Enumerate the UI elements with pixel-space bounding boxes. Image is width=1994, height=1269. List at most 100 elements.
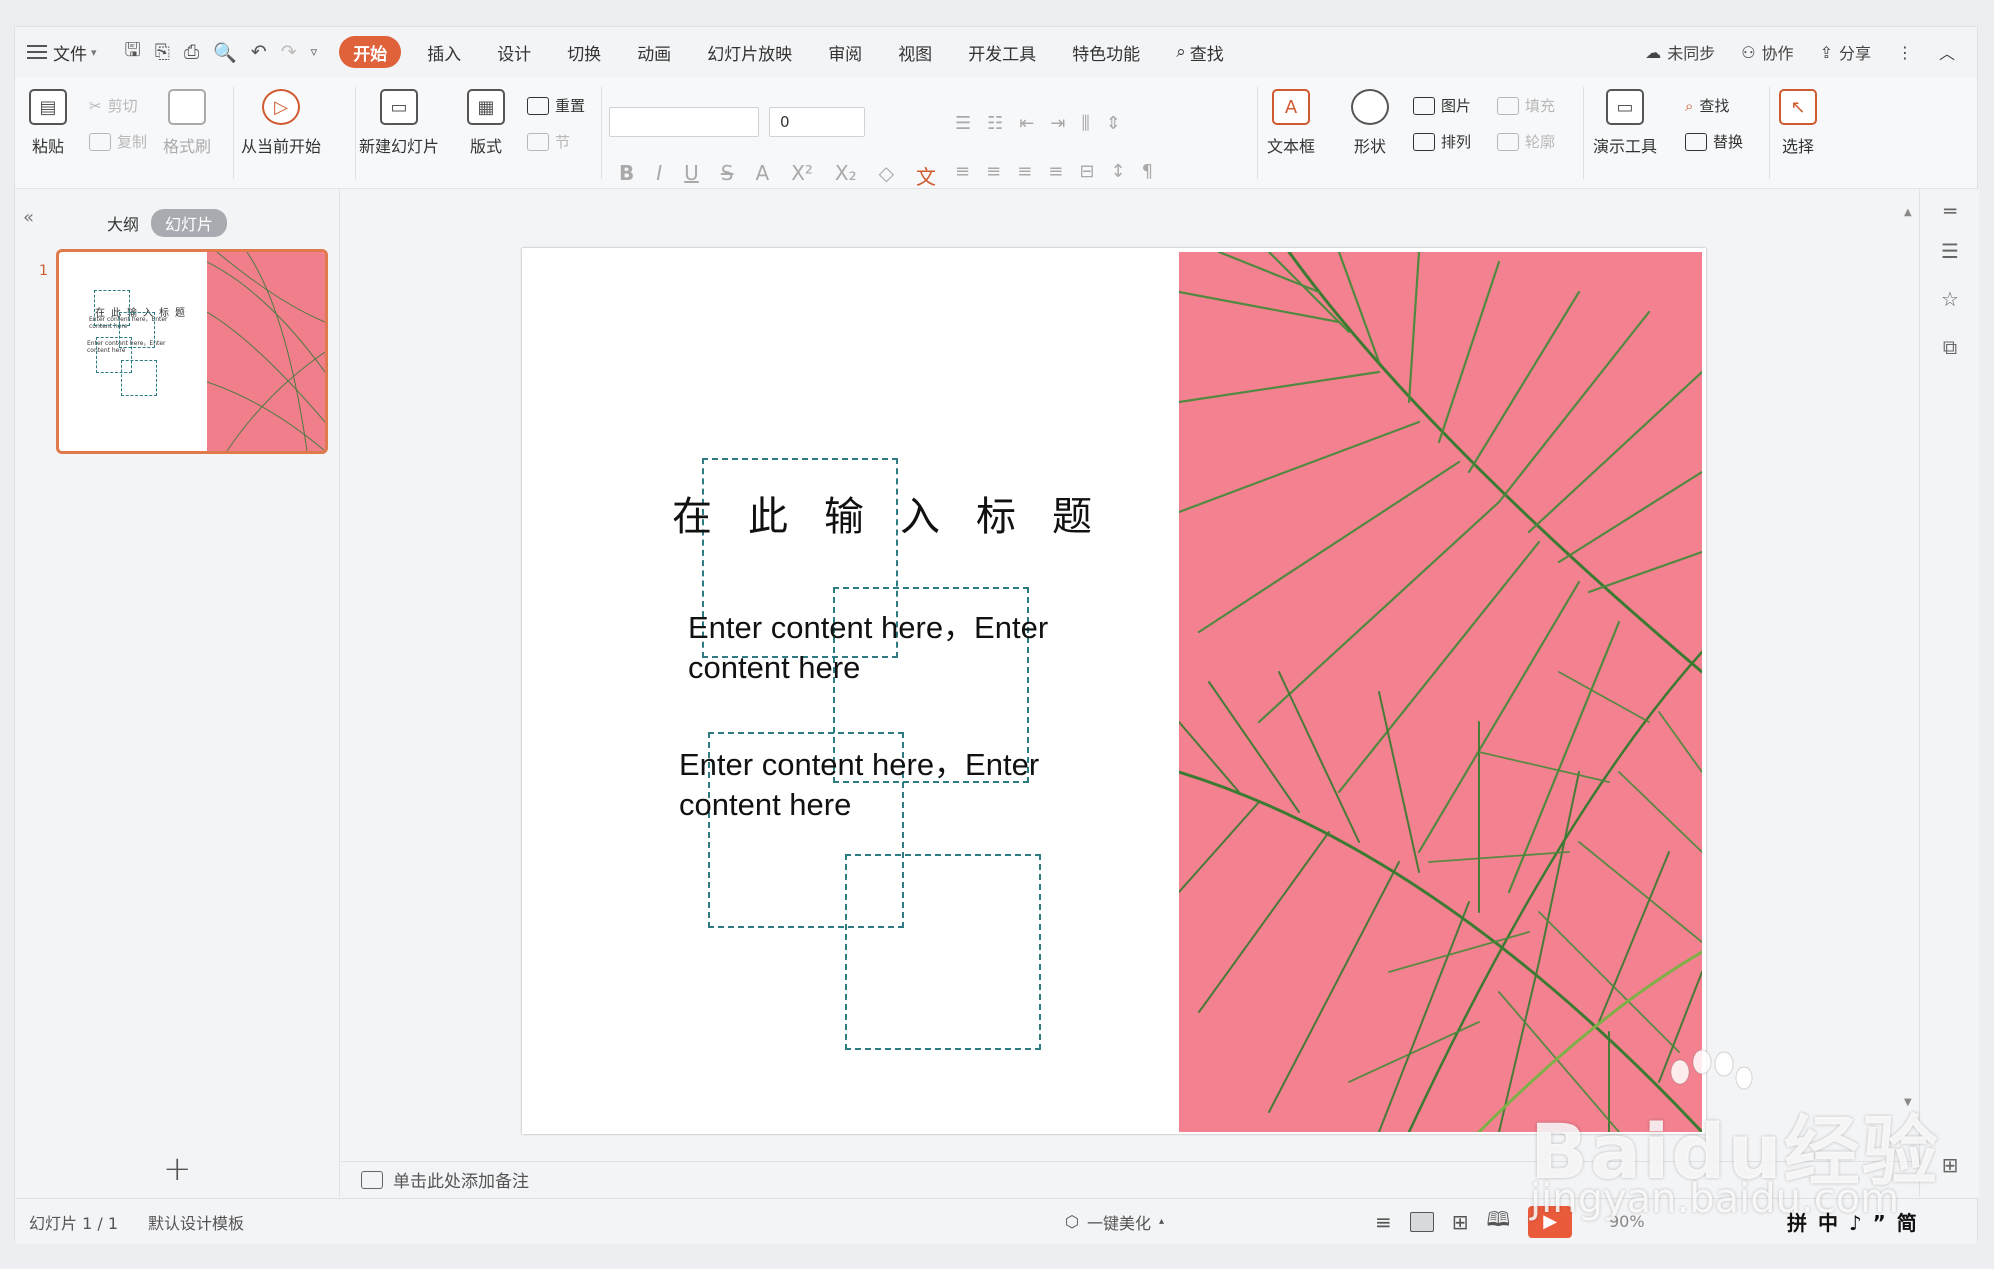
layout-button[interactable]: ▦ 版式 (467, 89, 505, 157)
customize-icon[interactable]: ▿ (311, 45, 318, 60)
tab-outline[interactable]: 大纲 (107, 211, 139, 235)
dashed-square-4 (845, 854, 1041, 1050)
grid-icon[interactable]: ⊞ (1938, 1153, 1962, 1177)
slide-body-1[interactable]: Enter content here，Enter content here (688, 608, 1088, 688)
decrease-indent-icon[interactable]: ⇤ (1019, 113, 1034, 134)
tab-review[interactable]: 审阅 (810, 36, 880, 68)
justify-icon[interactable]: ≡ (1048, 161, 1063, 182)
strikethrough-icon[interactable]: S (721, 161, 734, 190)
sliders-icon[interactable]: ☰ (1938, 239, 1962, 263)
align-center-icon[interactable]: ≡ (986, 161, 1001, 182)
sorter-view-icon[interactable]: ⊞ (1452, 1210, 1469, 1234)
collab-button[interactable]: ⚇ 协作 (1741, 40, 1793, 64)
separator (1257, 87, 1258, 179)
tab-slideshow[interactable]: 幻灯片放映 (689, 36, 810, 68)
replace-button[interactable]: 替换 (1685, 131, 1743, 152)
arrange-button[interactable]: 排列 (1413, 131, 1471, 152)
underline-icon[interactable]: U (684, 161, 699, 190)
paste-button[interactable]: ▤ 粘贴 (29, 89, 67, 157)
slide-title[interactable]: 在此输入标题 (672, 484, 1128, 542)
picture-button[interactable]: 图片 (1413, 95, 1471, 116)
tab-view[interactable]: 视图 (880, 36, 950, 68)
paragraph-icon[interactable]: ¶ (1142, 161, 1153, 182)
share-button[interactable]: ⇪ 分享 (1820, 40, 1871, 64)
slide-thumbnail[interactable]: 在此输入标题 Enter content here，Enter content … (56, 249, 328, 454)
superscript-icon[interactable]: X² (791, 161, 813, 190)
cut-button[interactable]: ✂ 剪切 (89, 95, 138, 116)
columns-icon[interactable]: ⫼ (1081, 113, 1089, 134)
tab-special[interactable]: 特色功能 (1054, 36, 1158, 68)
highlight-icon[interactable]: 文 (916, 161, 936, 190)
scissors-icon: ✂ (89, 96, 102, 115)
star-icon[interactable]: ☆ (1938, 287, 1962, 311)
tab-developer[interactable]: 开发工具 (950, 36, 1054, 68)
tab-transition[interactable]: 切换 (549, 36, 619, 68)
present-tools-button[interactable]: ▭ 演示工具 (1593, 89, 1657, 157)
more-icon[interactable]: ⋮ (1897, 43, 1913, 62)
save-icon[interactable]: 🖫 (125, 36, 141, 68)
preview-icon[interactable]: 🔍 (213, 41, 237, 64)
beautify-button[interactable]: ⬡ 一键美化 ▴ (1065, 1210, 1164, 1234)
find-button[interactable]: ⌕ 查找 (1685, 95, 1729, 116)
bullet-list-icon[interactable]: ☰ (955, 113, 971, 134)
notes-placeholder: 单击此处添加备注 (393, 1172, 529, 1192)
search-tab[interactable]: ⌕ 查找 (1158, 36, 1242, 68)
outline-button[interactable]: 轮廓 (1497, 131, 1555, 152)
export-icon[interactable]: ⎘ (155, 41, 170, 63)
template-name[interactable]: 默认设计模板 (148, 1210, 244, 1234)
align-left-icon[interactable]: ≡ (955, 161, 970, 182)
textbox-button[interactable]: A 文本框 (1267, 89, 1315, 157)
redo-icon[interactable]: ↷ (281, 41, 297, 63)
print-icon[interactable]: ⎙ (184, 41, 199, 63)
italic-icon[interactable]: I (656, 161, 662, 190)
vertical-scrollbar[interactable]: ▲ ▼ (1904, 207, 1916, 1167)
slide-canvas[interactable]: 在此输入标题 Enter content here，Enter content … (522, 248, 1706, 1134)
tab-animation[interactable]: 动画 (619, 36, 689, 68)
distribute-icon[interactable]: ⊟ (1079, 161, 1094, 182)
select-button[interactable]: ↖ 选择 (1779, 89, 1817, 157)
fill-button[interactable]: 填充 (1497, 95, 1555, 116)
notes-icon (361, 1170, 383, 1189)
copy-button[interactable]: 复制 (89, 131, 147, 152)
font-color-icon[interactable]: A (756, 161, 770, 190)
notes-toggle-icon[interactable]: ≡ (1375, 1210, 1392, 1234)
new-slide-button[interactable]: ▭ 新建幻灯片 (359, 89, 439, 157)
normal-view-icon[interactable] (1409, 1211, 1434, 1232)
file-menu-label: 文件 (53, 44, 87, 65)
align-right-icon[interactable]: ≡ (1017, 161, 1032, 182)
shape-button[interactable]: 形状 (1351, 89, 1389, 157)
line-spacing-icon[interactable]: ↕ (1110, 161, 1125, 182)
bold-icon[interactable]: B (619, 161, 634, 190)
undo-icon[interactable]: ↶ (251, 41, 267, 63)
scroll-up-icon[interactable]: ▲ (1904, 207, 1912, 218)
file-menu[interactable]: 文件 ▾ (15, 36, 109, 68)
subscript-icon[interactable]: X₂ (835, 161, 857, 190)
tab-design[interactable]: 设计 (479, 36, 549, 68)
collapse-panel-icon[interactable]: « (23, 207, 34, 228)
numbered-list-icon[interactable]: ☷ (987, 113, 1003, 134)
fill-icon (1497, 96, 1519, 115)
collapse-ribbon-icon[interactable]: ︿ (1939, 40, 1955, 64)
menu-right: ☁ 未同步 ⚇ 协作 ⇪ 分享 ⋮ ︿ (1645, 40, 1977, 64)
tab-insert[interactable]: 插入 (409, 36, 479, 68)
chevron-down-icon: ▾ (91, 45, 97, 59)
clear-format-icon[interactable]: ◇ (879, 161, 894, 190)
format-painter-button[interactable]: 格式刷 (163, 89, 211, 157)
tab-home[interactable]: 开始 (339, 36, 402, 68)
sync-button[interactable]: ☁ 未同步 (1645, 40, 1715, 64)
add-slide-button[interactable]: + (163, 1149, 192, 1189)
sync-label: 未同步 (1667, 44, 1716, 63)
picture-icon (1413, 96, 1435, 115)
tab-slides[interactable]: 幻灯片 (151, 209, 228, 237)
text-direction-icon[interactable]: ⇕ (1106, 113, 1121, 134)
increase-indent-icon[interactable]: ⇥ (1050, 113, 1065, 134)
slide-body-2[interactable]: Enter content here，Enter content here (679, 745, 1079, 825)
reading-view-icon[interactable]: 🕮 (1487, 1205, 1511, 1239)
section-button[interactable]: 节 (527, 131, 570, 152)
from-current-button[interactable]: ▷ 从当前开始 (241, 89, 321, 157)
reset-button[interactable]: 重置 (527, 95, 585, 116)
compare-icon[interactable]: ⧉ (1938, 335, 1962, 359)
menu-lines-icon[interactable]: ═ (1938, 199, 1962, 223)
font-size-select[interactable]: 0 (769, 107, 865, 137)
font-family-select[interactable] (609, 107, 759, 137)
